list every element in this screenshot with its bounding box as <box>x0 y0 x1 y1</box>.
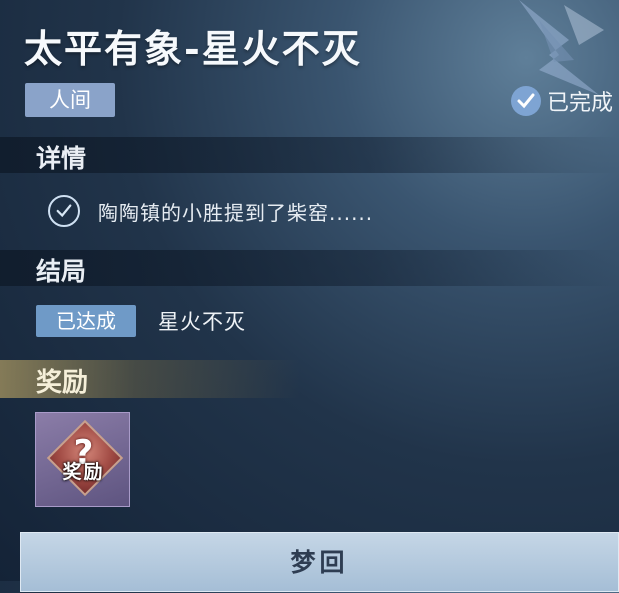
detail-item: 陶陶镇的小胜提到了柴窑...... <box>48 195 373 227</box>
details-title: 详情 <box>36 144 87 173</box>
completed-check-icon <box>510 86 541 116</box>
details-section-bar <box>0 137 619 173</box>
reward-item[interactable]: ? 奖励 <box>35 412 130 507</box>
quest-detail-panel: 太平有象-星火不灭 人间 已完成 详情 陶陶镇的小胜提到了柴窑...... 结局… <box>0 0 619 592</box>
achieved-badge: 已达成 <box>36 305 136 337</box>
quest-title: 太平有象-星火不灭 <box>24 26 362 71</box>
ending-title: 结局 <box>36 257 87 286</box>
realm-tag: 人间 <box>25 83 115 117</box>
ending-name: 星火不灭 <box>158 310 246 334</box>
ending-row: 已达成 星火不灭 <box>36 305 246 337</box>
check-icon <box>48 195 80 227</box>
completed-status: 已完成 <box>510 84 613 118</box>
dream-replay-button[interactable]: 梦回 <box>20 532 619 592</box>
reward-title: 奖励 <box>36 368 89 398</box>
ending-section-bar <box>0 250 619 286</box>
reward-item-label: 奖励 <box>62 461 105 483</box>
completed-label: 已完成 <box>546 91 613 116</box>
detail-text: 陶陶镇的小胜提到了柴窑...... <box>98 200 374 225</box>
